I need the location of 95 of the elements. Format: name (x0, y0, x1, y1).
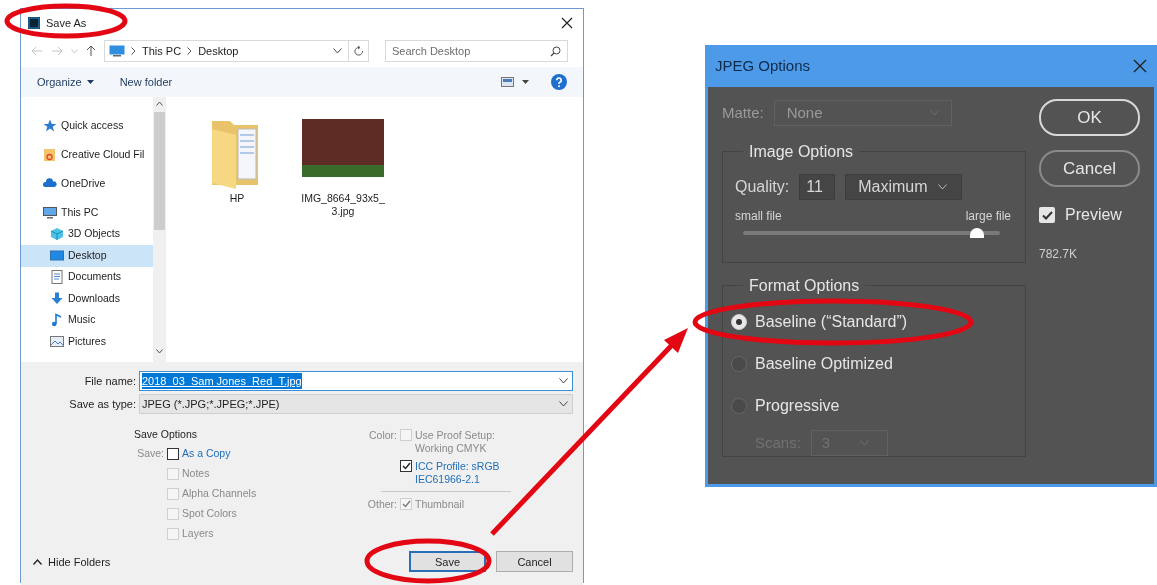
help-icon[interactable] (551, 74, 567, 90)
address-bar[interactable]: This PC Desktop (104, 40, 349, 62)
star-icon (43, 118, 57, 133)
file-name[interactable]: IMG_8664_93x5_3.jpg (301, 192, 385, 218)
slider-thumb[interactable] (969, 228, 984, 238)
scrollbar-thumb[interactable] (154, 112, 165, 230)
chevron-down-icon (937, 184, 947, 190)
checkbox-label: Thumbnail (415, 498, 466, 511)
app-icon (28, 17, 40, 29)
refresh-button[interactable] (349, 40, 369, 62)
checkbox[interactable] (1039, 207, 1055, 223)
preview-checkbox[interactable]: Preview (1039, 203, 1122, 227)
option-label: Other: (366, 498, 397, 511)
breadcrumb[interactable]: Desktop (198, 42, 239, 60)
file-name[interactable]: HP (195, 192, 279, 205)
document-icon (50, 270, 64, 285)
radio-button[interactable] (731, 356, 747, 372)
window-title: JPEG Options (715, 55, 811, 76)
cancel-button[interactable]: Cancel (1039, 150, 1140, 187)
field-label: Save as type: (68, 396, 137, 412)
breadcrumb-chevron-icon (187, 47, 193, 55)
window-title: Save As (46, 15, 87, 31)
view-options-icon[interactable] (501, 77, 514, 87)
option-label: Color: (368, 429, 397, 442)
chevron-up-icon (33, 558, 42, 565)
checkbox-label: Spot Colors (182, 507, 237, 521)
cancel-button[interactable]: Cancel (496, 551, 573, 573)
organize-menu[interactable]: Organize (37, 73, 94, 91)
quality-field[interactable]: 11 (799, 174, 836, 200)
dropdown-chevron-icon (559, 401, 568, 407)
sidebar-item[interactable]: Pictures (21, 331, 153, 353)
hide-folders-button[interactable]: Hide Folders (31, 553, 111, 570)
caret-icon[interactable] (522, 80, 529, 84)
monitor-icon (50, 248, 64, 263)
download-arrow-icon (50, 291, 64, 306)
radio-option[interactable]: Baseline (“Standard”) (731, 310, 1013, 334)
checkbox-label: Alpha Channels (182, 487, 257, 501)
sidebar-item[interactable]: Documents (21, 266, 153, 288)
dropdown-chevron-icon[interactable] (333, 48, 342, 54)
sidebar-item[interactable]: OneDrive (21, 173, 153, 195)
close-icon[interactable] (561, 17, 573, 29)
slider-label: small file (735, 208, 782, 225)
chevron-down-icon (929, 110, 939, 116)
checkmark-icon (401, 462, 411, 470)
checkbox-label: As a Copy (182, 447, 231, 461)
checkbox[interactable] (400, 460, 412, 472)
sidebar-item[interactable]: Music (21, 309, 153, 331)
radio-option[interactable]: Progressive (731, 394, 1013, 418)
cube-icon (50, 227, 64, 242)
radio-button[interactable] (731, 398, 747, 414)
sidebar-item[interactable]: Quick access (21, 115, 153, 137)
ok-button[interactable]: OK (1039, 99, 1140, 136)
cloud-folder-icon (43, 147, 57, 162)
section-heading: Save Options (133, 427, 199, 442)
checkbox[interactable] (167, 447, 179, 460)
music-note-icon (50, 313, 64, 328)
breadcrumb[interactable]: This PC (142, 42, 182, 60)
checkmark-icon (1041, 210, 1053, 220)
chevron-down-icon (860, 440, 870, 446)
scroll-down-icon (156, 349, 163, 354)
dropdown-chevron-icon (559, 378, 568, 384)
monitor-icon (109, 45, 125, 57)
checkmark-icon (401, 500, 411, 508)
scroll-up-icon (156, 101, 163, 106)
file-name-field[interactable]: 2018_03_Sam Jones_Red_T.jpg (139, 371, 573, 391)
scrollbar[interactable] (153, 97, 166, 362)
breadcrumb-chevron-icon (131, 47, 136, 55)
sidebar-item[interactable]: Creative Cloud Fil (21, 144, 153, 166)
search-icon (550, 46, 561, 57)
field-label: Quality: (735, 177, 790, 197)
field-label: Matte: (722, 102, 764, 123)
quality-dropdown[interactable]: Maximum (845, 174, 963, 200)
new-folder-button[interactable]: New folder (119, 73, 173, 91)
caret-icon (86, 80, 94, 84)
up-arrow-icon[interactable] (86, 45, 96, 57)
checkbox-label: Layers (182, 527, 214, 541)
sidebar-item[interactable]: Desktop (21, 245, 153, 267)
save-button[interactable]: Save (409, 551, 486, 573)
checkbox-label: Use Proof Setup: Working CMYK (415, 429, 496, 455)
picture-icon (50, 334, 64, 349)
radio-option[interactable]: Baseline Optimized (731, 352, 1013, 376)
option-label: Save: (136, 445, 164, 461)
refresh-icon (353, 45, 364, 57)
sidebar-item[interactable]: 3D Objects (21, 223, 153, 245)
save-as-type-dropdown[interactable]: JPEG (*.JPG;*.JPEG;*.JPE) (139, 394, 573, 414)
sidebar-item[interactable]: Downloads (21, 288, 153, 310)
checkbox-label: ICC Profile: sRGB IEC61966-2.1 (415, 460, 501, 486)
checkbox-label: Notes (182, 467, 210, 481)
monitor-icon (43, 205, 57, 220)
file-size: 782.7K (1039, 246, 1078, 263)
quality-slider-track[interactable] (743, 231, 1000, 235)
slider-label: large file (965, 208, 1011, 225)
sidebar-item[interactable]: This PC (21, 202, 153, 224)
field-label: File name: (83, 373, 137, 389)
search-field[interactable]: Search Desktop (385, 40, 568, 62)
